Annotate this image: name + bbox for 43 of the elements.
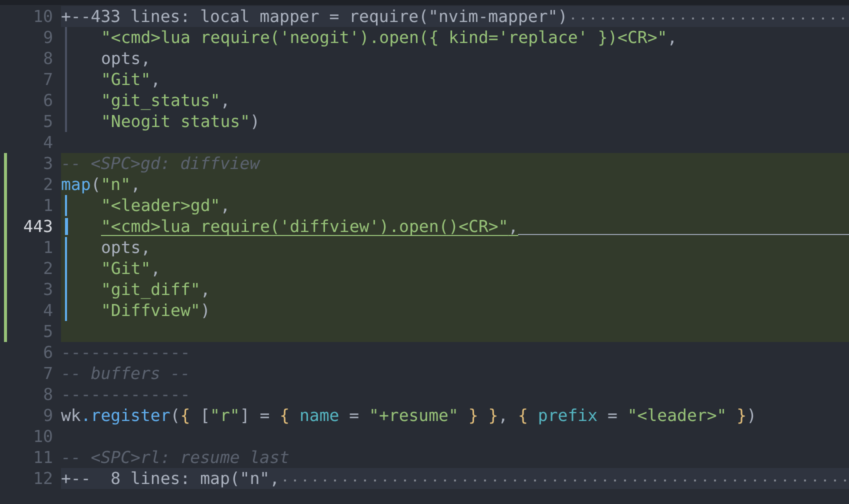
line-number: 7 <box>42 363 53 384</box>
line-number: 2 <box>42 258 53 279</box>
code-line: "<leader>gd", <box>101 195 230 216</box>
line-number: 9 <box>42 405 53 426</box>
line-number: 6 <box>42 342 53 363</box>
line-number: 10 <box>32 426 53 447</box>
code-line: "Neogit status") <box>101 111 260 132</box>
line-number: 443 <box>22 216 53 237</box>
line-number: 6 <box>42 90 53 111</box>
line-number: 8 <box>42 48 53 69</box>
line-number: 5 <box>42 321 53 342</box>
line-number: 7 <box>42 69 53 90</box>
line-number: 8 <box>42 384 53 405</box>
code-comment: -- buffers -- <box>61 363 190 384</box>
line-number: 1 <box>42 237 53 258</box>
fold-summary: +--433 lines: local mapper = require("nvim-mapper") <box>61 6 568 27</box>
code-line: "Diffview") <box>101 300 210 321</box>
code-line: opts, <box>101 48 151 69</box>
code-comment: ------------- <box>61 384 190 405</box>
code-comment: -- <SPC>gd: diffview <box>61 153 260 174</box>
code-comment: -- <SPC>rl: resume last <box>61 447 290 468</box>
code-line: "<cmd>lua require('neogit').open({ kind='replace' })<CR>", <box>101 27 678 48</box>
code-line: "<cmd>lua require('diffview').open()<CR>", <box>101 216 518 237</box>
line-number: 4 <box>42 132 53 153</box>
line-number: 5 <box>42 111 53 132</box>
line-number: 10 <box>32 6 53 27</box>
code-line: opts, <box>101 237 151 258</box>
line-number: 9 <box>42 27 53 48</box>
code-line: map("n", <box>61 174 140 195</box>
line-number: 11 <box>32 447 53 468</box>
code-line: "git_status", <box>101 90 230 111</box>
line-number: 3 <box>42 279 53 300</box>
line-number: 12 <box>32 468 53 489</box>
code-comment: ------------- <box>61 342 190 363</box>
code-line: "git_diff", <box>101 279 210 300</box>
code-line: wk.register({ ["r"] = { name = "+resume" } }, { prefix = "<leader>" }) <box>61 405 756 426</box>
line-number: 4 <box>42 300 53 321</box>
code-line: "Git", <box>101 258 161 279</box>
fold-summary: +-- 8 lines: map("n", <box>61 468 280 489</box>
line-number: 2 <box>42 174 53 195</box>
line-number: 3 <box>42 153 53 174</box>
code-line: "Git", <box>101 69 161 90</box>
line-number: 1 <box>42 195 53 216</box>
